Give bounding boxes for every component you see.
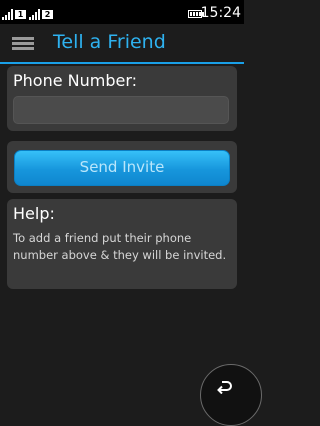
sim1-badge: 1 bbox=[15, 10, 26, 19]
status-bar: 1 2 15:24 bbox=[0, 0, 244, 24]
signal-icon bbox=[29, 9, 41, 20]
phone-number-input[interactable] bbox=[13, 96, 229, 124]
page-title: Tell a Friend bbox=[53, 31, 166, 53]
clock: 15:24 bbox=[200, 5, 241, 21]
phone-number-panel: Phone Number: bbox=[7, 66, 237, 131]
signal-icon bbox=[2, 9, 14, 20]
send-invite-button[interactable]: Send Invite bbox=[14, 150, 230, 186]
sim2-badge: 2 bbox=[42, 10, 53, 19]
app-header: Tell a Friend bbox=[0, 24, 244, 64]
back-arrow-icon bbox=[217, 381, 232, 394]
send-invite-panel: Send Invite bbox=[7, 141, 237, 193]
menu-icon[interactable] bbox=[12, 37, 34, 51]
help-panel: Help: To add a friend put their phone nu… bbox=[7, 199, 237, 289]
help-title: Help: bbox=[13, 204, 55, 223]
back-button[interactable] bbox=[200, 364, 262, 426]
help-text: To add a friend put their phone number a… bbox=[13, 231, 227, 262]
phone-number-label: Phone Number: bbox=[13, 71, 138, 90]
